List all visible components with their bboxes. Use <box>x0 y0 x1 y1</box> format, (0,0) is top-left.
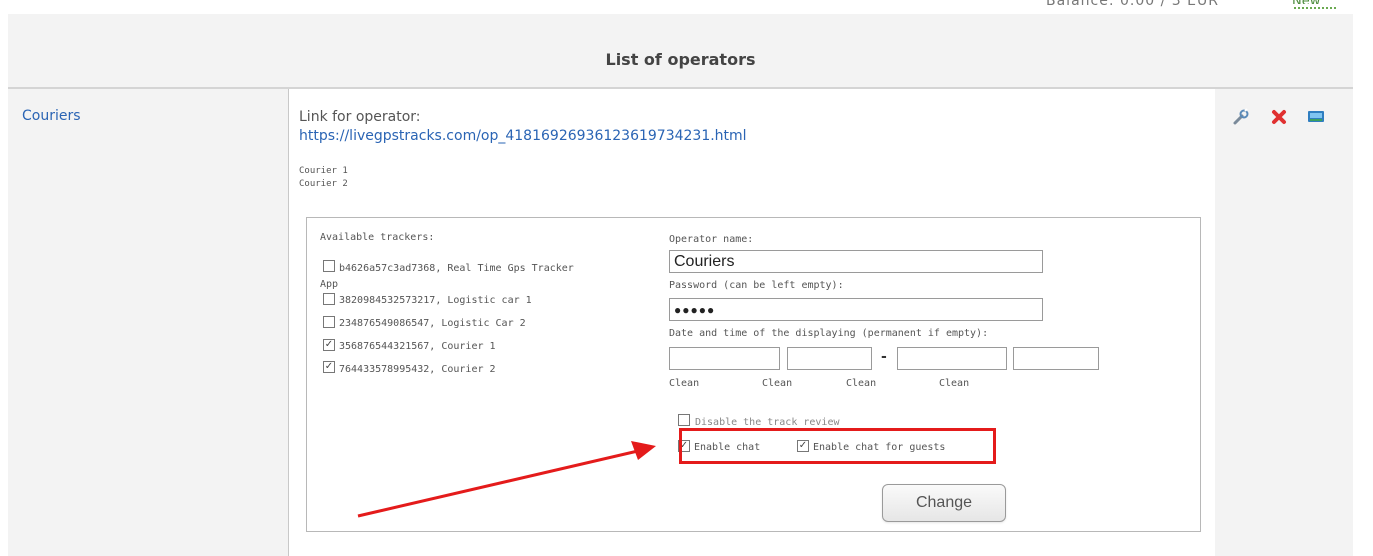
annotation-arrow <box>357 441 656 518</box>
